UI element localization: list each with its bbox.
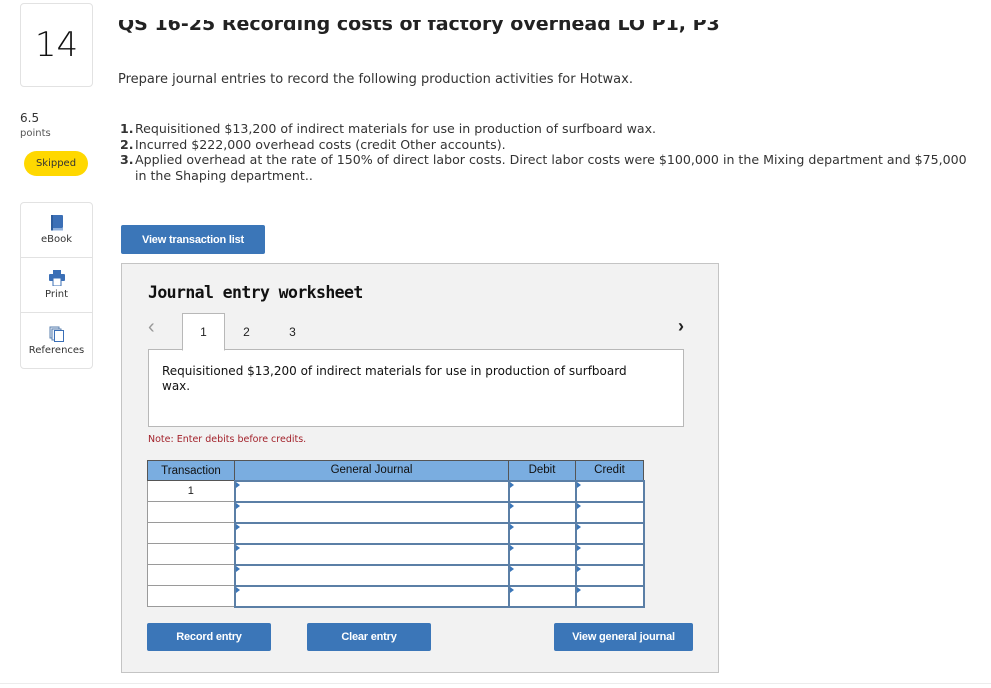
account-input[interactable]	[233, 542, 510, 566]
chevron-right-icon[interactable]: ›	[678, 316, 684, 337]
tab-1[interactable]: 1	[182, 313, 225, 351]
table-row	[147, 542, 645, 566]
list-item-number: 3.	[120, 152, 134, 167]
question-title: QS 16-25 Recording costs of factory over…	[118, 20, 720, 38]
print-label: Print	[44, 289, 68, 300]
table-row	[147, 500, 645, 524]
transaction-cell	[147, 501, 235, 523]
transaction-cell	[147, 522, 235, 544]
record-entry-button[interactable]: Record entry	[147, 623, 271, 651]
credit-input[interactable]	[574, 542, 645, 566]
debit-input[interactable]	[507, 563, 577, 587]
worksheet-title: Journal entry worksheet	[148, 283, 363, 302]
credit-input[interactable]	[574, 479, 645, 503]
column-header-debit: Debit	[508, 460, 576, 481]
transaction-description-text: Requisitioned $13,200 of indirect materi…	[162, 364, 627, 393]
list-item: 3. Applied overhead at the rate of 150% …	[120, 152, 980, 183]
list-item-text: Requisitioned $13,200 of indirect materi…	[135, 121, 657, 136]
column-header-credit: Credit	[575, 460, 644, 481]
transaction-cell	[147, 585, 235, 607]
column-header-general-journal: General Journal	[234, 460, 509, 481]
references-label: References	[28, 344, 85, 356]
print-button[interactable]: Print	[21, 258, 92, 313]
book-icon	[50, 215, 63, 231]
journal-entry-worksheet: Journal entry worksheet ‹ 1 2 3 › Requis…	[121, 263, 719, 673]
transaction-cell	[147, 543, 235, 565]
credit-input[interactable]	[574, 500, 645, 524]
question-number: 14	[20, 3, 93, 87]
question-intro: Prepare journal entries to record the fo…	[118, 72, 633, 87]
points-value: 6.5	[20, 111, 40, 125]
list-item-text: Incurred $222,000 overhead costs (credit…	[135, 136, 506, 152]
credit-input[interactable]	[574, 584, 645, 608]
debit-input[interactable]	[507, 542, 577, 566]
question-title-text: QS 16-25 Recording costs of factory over…	[118, 20, 720, 35]
list-item-text: Applied overhead at the rate of 150% of …	[135, 152, 967, 183]
activity-list: 1. Requisitioned $13,200 of indirect mat…	[120, 121, 980, 183]
ebook-label: eBook	[40, 234, 73, 245]
credit-input[interactable]	[574, 563, 645, 587]
table-row: 1	[147, 479, 645, 503]
chevron-left-icon[interactable]: ‹	[148, 316, 155, 339]
clear-entry-button[interactable]: Clear entry	[307, 623, 431, 651]
copy-pages-icon	[49, 326, 64, 342]
account-input[interactable]	[233, 479, 510, 503]
entry-note: Note: Enter debits before credits.	[148, 434, 307, 445]
account-input[interactable]	[233, 584, 510, 608]
tab-2[interactable]: 2	[225, 313, 268, 350]
journal-table: Transaction General Journal Debit Credit…	[147, 460, 645, 608]
column-header-transaction: Transaction	[147, 460, 235, 481]
status-badge: Skipped	[24, 151, 88, 176]
view-transaction-list-button[interactable]: View transaction list	[121, 225, 265, 254]
ebook-button[interactable]: eBook	[21, 203, 92, 258]
list-item: 1. Requisitioned $13,200 of indirect mat…	[120, 121, 980, 137]
transaction-cell	[147, 564, 235, 586]
tab-3[interactable]: 3	[271, 313, 314, 350]
debit-input[interactable]	[507, 500, 577, 524]
tools-panel: eBook Print References	[20, 202, 93, 369]
list-item: 2. Incurred $222,000 overhead costs (cre…	[120, 137, 980, 153]
divider	[0, 683, 991, 684]
list-item-number: 1.	[120, 121, 134, 136]
list-item-number: 2.	[120, 136, 134, 152]
account-input[interactable]	[233, 500, 510, 524]
view-general-journal-button[interactable]: View general journal	[554, 623, 693, 651]
table-header-row: Transaction General Journal Debit Credit	[147, 460, 644, 481]
table-row	[147, 584, 645, 608]
transaction-description: Requisitioned $13,200 of indirect materi…	[148, 349, 684, 427]
account-input[interactable]	[233, 521, 510, 545]
references-button[interactable]: References	[21, 313, 92, 368]
printer-icon	[48, 270, 65, 286]
table-row	[147, 521, 645, 545]
debit-input[interactable]	[507, 521, 577, 545]
credit-input[interactable]	[574, 521, 645, 545]
table-row	[147, 563, 645, 587]
debit-input[interactable]	[507, 584, 577, 608]
points-label: points	[20, 128, 51, 139]
account-input[interactable]	[233, 563, 510, 587]
debit-input[interactable]	[507, 479, 577, 503]
transaction-cell: 1	[147, 480, 235, 502]
